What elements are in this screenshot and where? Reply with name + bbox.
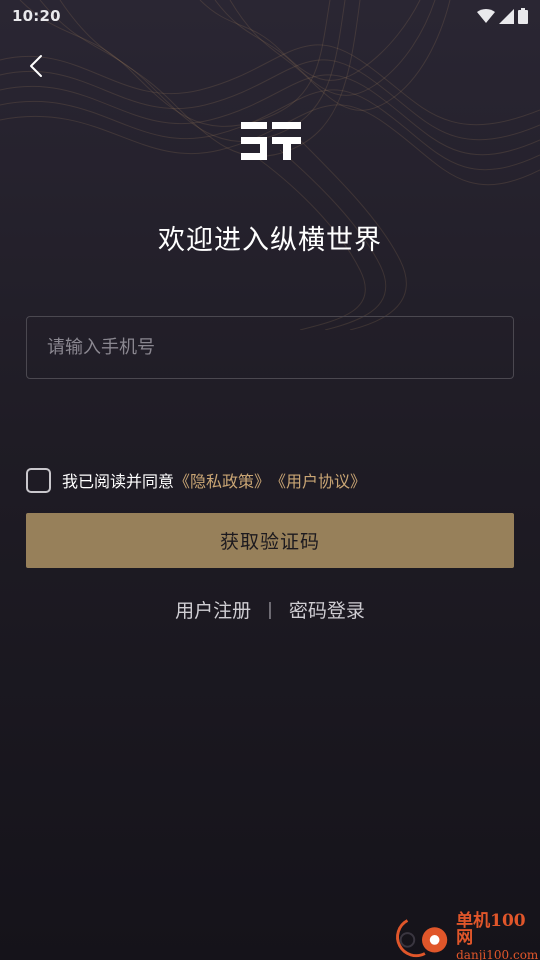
status-icons bbox=[477, 8, 528, 24]
get-verification-code-button[interactable]: 获取验证码 bbox=[26, 513, 514, 568]
topographic-background bbox=[0, 0, 540, 330]
site-watermark: 单机100网 danji100.com bbox=[390, 913, 540, 960]
back-button[interactable] bbox=[22, 50, 50, 82]
agreement-row: 我已阅读并同意 《隐私政策》 《用户协议》 bbox=[26, 466, 366, 494]
agreement-checkbox[interactable] bbox=[26, 467, 51, 493]
cell-signal-icon bbox=[499, 8, 514, 24]
watermark-logo-icon bbox=[396, 919, 448, 958]
wifi-icon bbox=[477, 9, 495, 23]
watermark-title: 单机100网 bbox=[456, 911, 526, 948]
link-divider: | bbox=[267, 599, 273, 620]
privacy-policy-link[interactable]: 《隐私政策》 bbox=[174, 468, 270, 492]
user-agreement-link[interactable]: 《用户协议》 bbox=[270, 468, 366, 492]
watermark-url: danji100.com bbox=[456, 948, 539, 960]
agreement-text: 我已阅读并同意 bbox=[62, 472, 175, 491]
password-login-link[interactable]: 密码登录 bbox=[289, 596, 365, 623]
watermark-text: 单机100网 danji100.com bbox=[456, 913, 540, 960]
status-time: 10:20 bbox=[12, 7, 61, 25]
welcome-title: 欢迎进入纵横世界 bbox=[158, 225, 382, 256]
phone-input[interactable] bbox=[26, 316, 514, 379]
battery-icon bbox=[518, 8, 528, 24]
app-logo: ST bbox=[241, 122, 301, 160]
status-bar: 10:20 bbox=[0, 0, 540, 32]
bottom-links: 用户注册 | 密码登录 bbox=[0, 596, 540, 623]
chevron-left-icon bbox=[30, 55, 42, 77]
register-link[interactable]: 用户注册 bbox=[175, 596, 251, 623]
